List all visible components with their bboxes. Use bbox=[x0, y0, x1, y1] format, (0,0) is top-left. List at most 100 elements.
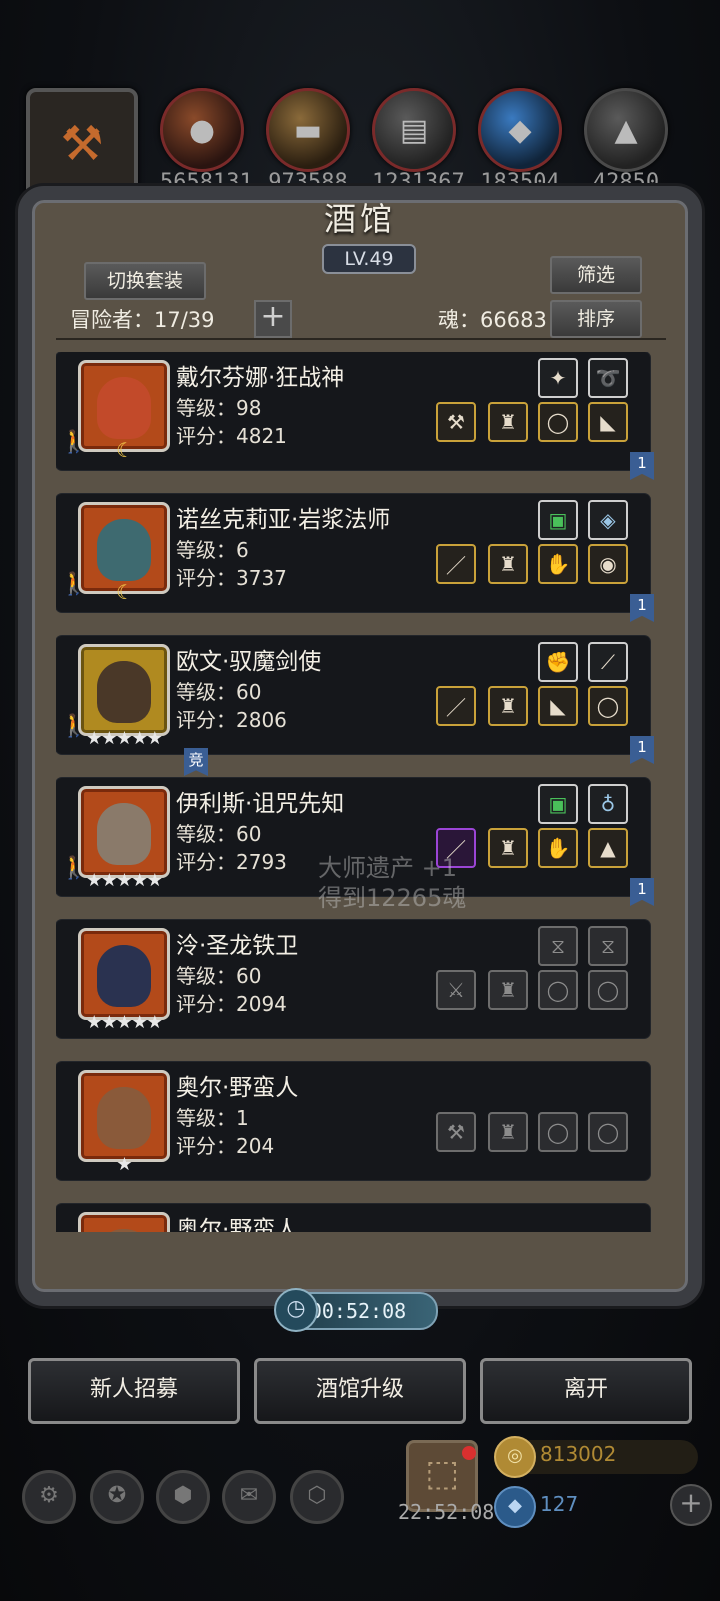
resource-slot-wood[interactable]: ▬ 973588 bbox=[266, 88, 350, 195]
empty-weapon-slot-icon[interactable]: ⚒ bbox=[436, 1112, 476, 1152]
amulet-icon[interactable]: ♁ bbox=[588, 784, 628, 824]
armor-icon[interactable]: ♜ bbox=[488, 544, 528, 584]
hero-card[interactable]: 奥尔·野蛮人 bbox=[56, 1204, 650, 1232]
hero-name: 欧文·驭魔剑使 bbox=[176, 649, 322, 675]
gloves-icon[interactable]: ✋ bbox=[538, 544, 578, 584]
empty-ring-slot-icon[interactable]: ◯ bbox=[538, 1112, 578, 1152]
add-currency-button[interactable]: + bbox=[670, 1484, 712, 1526]
stone-icon: ▲ bbox=[584, 88, 668, 172]
resource-slot-iron[interactable]: ▤ 1231367 bbox=[372, 88, 465, 195]
axe-icon[interactable]: ⚒ bbox=[436, 402, 476, 442]
armor-icon[interactable]: ♜ bbox=[488, 828, 528, 868]
cloak-icon[interactable]: ▲ bbox=[588, 828, 628, 868]
mail-icon[interactable]: ✉ bbox=[222, 1470, 276, 1524]
hero-level: 等级：1 bbox=[176, 1106, 249, 1130]
moon-icon: ☾ bbox=[116, 438, 134, 462]
adventurer-count: 冒险者：17/39 bbox=[70, 308, 215, 332]
empty-ring-slot-icon[interactable]: ◯ bbox=[588, 1112, 628, 1152]
soul-count: 魂：66683 bbox=[438, 308, 547, 332]
hero-stars: ★★★★★ bbox=[86, 728, 163, 749]
hero-card[interactable]: 🚶 ★★★★★ 欧文·驭魔剑使 等级：60 评分：2806 ✊ ⟋ ／ ♜ ◣ … bbox=[56, 636, 654, 776]
empty-ring-slot-icon[interactable]: ◯ bbox=[538, 970, 578, 1010]
hero-card[interactable]: 🚶 ☾ 戴尔芬娜·狂战神 等级：98 评分：4821 ✦ ➰ ⚒ ♜ ◯ ◣ 1 bbox=[56, 352, 654, 480]
portrait-face bbox=[97, 377, 151, 439]
rank-flag: 1 bbox=[630, 594, 654, 622]
cube-icon[interactable]: ⬡ bbox=[290, 1470, 344, 1524]
hero-card[interactable]: 🚶 ☾ 诺丝克莉亚·岩浆法师 等级：6 评分：3737 ▣ ◈ ／ ♜ ✋ ◉ … bbox=[56, 494, 654, 622]
ring-icon[interactable]: ◯ bbox=[588, 686, 628, 726]
hero-level: 等级：6 bbox=[176, 538, 249, 562]
tavern-upgrade-button[interactable]: 酒馆升级 bbox=[254, 1358, 466, 1424]
star-menu-icon[interactable]: ✪ bbox=[90, 1470, 144, 1524]
sword-icon[interactable]: ／ bbox=[436, 686, 476, 726]
empty-armor-slot-icon[interactable]: ♜ bbox=[488, 1112, 528, 1152]
gem-icon: ◆ bbox=[494, 1486, 536, 1528]
hero-stars: ★ bbox=[116, 1154, 132, 1175]
crystal-icon: ◆ bbox=[478, 88, 562, 172]
gloves-icon[interactable]: ✋ bbox=[538, 828, 578, 868]
gem-amount: 127 bbox=[540, 1492, 579, 1516]
empty-skill-slot-icon[interactable]: ⧖ bbox=[588, 926, 628, 966]
filter-button[interactable]: 筛选 bbox=[550, 256, 642, 294]
rank-flag: 1 bbox=[630, 452, 654, 480]
armor-icon[interactable]: ♜ bbox=[488, 402, 528, 442]
hero-name: 泠·圣龙铁卫 bbox=[176, 933, 299, 959]
leave-button[interactable]: 离开 bbox=[480, 1358, 692, 1424]
hero-stars: ★★★★★ bbox=[86, 1012, 163, 1033]
switch-outfit-button[interactable]: 切换套装 bbox=[84, 262, 206, 300]
portrait-face bbox=[97, 661, 151, 723]
empty-skill-slot-icon[interactable]: ⧖ bbox=[538, 926, 578, 966]
boots-icon[interactable]: ◣ bbox=[538, 686, 578, 726]
skill-icon[interactable]: ✦ bbox=[538, 358, 578, 398]
hero-name: 伊利斯·诅咒先知 bbox=[176, 791, 345, 817]
hero-score: 评分：2806 bbox=[176, 708, 287, 732]
hero-portrait bbox=[78, 1212, 170, 1232]
staff-weapon-icon[interactable]: ／ bbox=[436, 544, 476, 584]
ring-icon[interactable]: ◯ bbox=[538, 402, 578, 442]
divider bbox=[56, 338, 666, 340]
shield-icon[interactable]: ⬢ bbox=[156, 1470, 210, 1524]
resource-slot-crystal[interactable]: ◆ 183504 bbox=[478, 88, 562, 195]
hero-score: 评分：2094 bbox=[176, 992, 287, 1016]
resource-slot-meat[interactable]: ● 5658131 bbox=[160, 88, 253, 195]
game-clock: 22:52:08 bbox=[398, 1500, 495, 1524]
recruit-button[interactable]: 新人招募 bbox=[28, 1358, 240, 1424]
coin-icon: ◎ bbox=[494, 1436, 536, 1478]
tavern-panel: 酒馆 LV.49 切换套装 筛选 排序 冒险者：17/39 + 魂：66683 … bbox=[18, 186, 702, 1306]
portrait-face bbox=[97, 945, 151, 1007]
reward-toast-line2: 得到12265魂 bbox=[318, 884, 467, 912]
empty-armor-slot-icon[interactable]: ♜ bbox=[488, 970, 528, 1010]
staff-icon: ⚒ bbox=[26, 88, 138, 200]
necklace-icon[interactable]: ➰ bbox=[588, 358, 628, 398]
resource-slot-staff[interactable]: ⚒ bbox=[26, 88, 138, 200]
hero-portrait bbox=[78, 644, 170, 736]
rank-flag: 1 bbox=[630, 736, 654, 764]
armor-icon[interactable]: ♜ bbox=[488, 686, 528, 726]
gauntlet-icon[interactable]: ✊ bbox=[538, 642, 578, 682]
hero-list[interactable]: 🚶 ☾ 戴尔芬娜·狂战神 等级：98 评分：4821 ✦ ➰ ⚒ ♜ ◯ ◣ 1… bbox=[56, 352, 666, 1232]
feather-icon[interactable]: ⟋ bbox=[588, 642, 628, 682]
gear-icon[interactable]: ⚙ bbox=[22, 1470, 76, 1524]
ring-icon[interactable]: ◉ bbox=[588, 544, 628, 584]
hero-card[interactable]: ★★★★★ 泠·圣龙铁卫 等级：60 评分：2094 ⧖ ⧖ ⚔ ♜ ◯ ◯ bbox=[56, 920, 650, 1038]
bracelet-icon[interactable]: ◈ bbox=[588, 500, 628, 540]
book-icon[interactable]: ▣ bbox=[538, 500, 578, 540]
add-adventurer-button[interactable]: + bbox=[254, 300, 292, 338]
sort-button[interactable]: 排序 bbox=[550, 300, 642, 338]
hero-card[interactable]: ★ 奥尔·野蛮人 等级：1 评分：204 ⚒ ♜ ◯ ◯ bbox=[56, 1062, 650, 1180]
empty-weapon-slot-icon[interactable]: ⚔ bbox=[436, 970, 476, 1010]
hero-name: 戴尔芬娜·狂战神 bbox=[176, 365, 345, 391]
gold-amount: 813002 bbox=[540, 1442, 617, 1466]
hero-stars: ★★★★★ bbox=[86, 870, 163, 891]
hero-score: 评分：204 bbox=[176, 1134, 275, 1158]
empty-ring-slot-icon[interactable]: ◯ bbox=[588, 970, 628, 1010]
book-icon[interactable]: ▣ bbox=[538, 784, 578, 824]
clock-icon: ◷ bbox=[274, 1288, 318, 1332]
boots-icon[interactable]: ◣ bbox=[588, 402, 628, 442]
arena-badge: 竞 bbox=[184, 748, 208, 776]
portrait-face bbox=[97, 1229, 151, 1232]
wood-icon: ▬ bbox=[266, 88, 350, 172]
hero-level: 等级：98 bbox=[176, 396, 262, 420]
resource-slot-stone[interactable]: ▲ 42850 bbox=[584, 88, 668, 195]
hero-level: 等级：60 bbox=[176, 822, 262, 846]
